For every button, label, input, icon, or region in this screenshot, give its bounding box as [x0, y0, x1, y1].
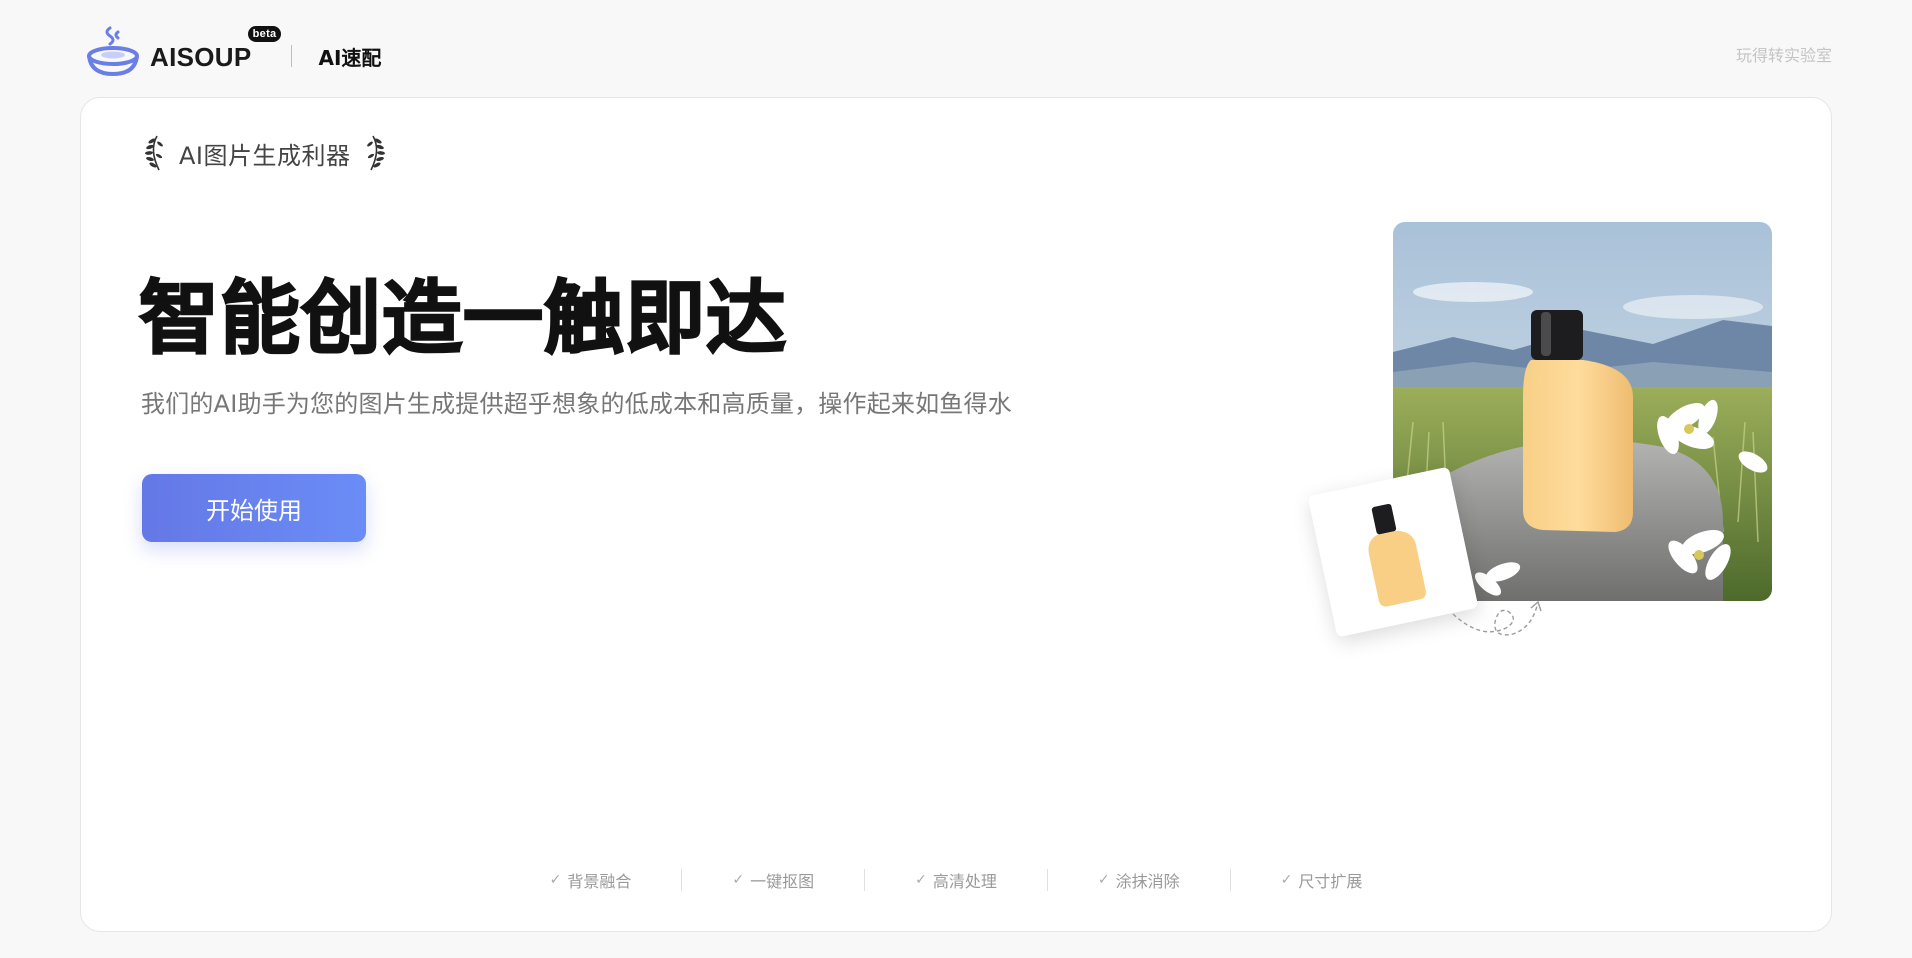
- beta-badge: beta: [247, 25, 282, 42]
- check-icon: ✓: [915, 872, 927, 888]
- feature-item: ✓ 尺寸扩展: [1231, 868, 1413, 892]
- feature-label: 高清处理: [932, 872, 997, 891]
- divider: [291, 45, 293, 67]
- lab-link[interactable]: 玩得转实验室: [1736, 42, 1832, 66]
- check-icon: ✓: [1097, 872, 1110, 888]
- check-icon: ✓: [1280, 872, 1293, 888]
- feature-list: ✓ 背景融合 ✓ 一键抠图 ✓ 高清处理 ✓ 涂抹消除 ✓ 尺寸扩展: [81, 868, 1831, 892]
- laurel-right-icon: [366, 135, 385, 171]
- start-button[interactable]: 开始使用: [142, 474, 366, 542]
- award-badge: AI图片生成利器: [141, 134, 389, 172]
- product-name: AI速配: [318, 45, 382, 70]
- hero-title: 智能创造一触即达: [138, 271, 787, 366]
- laurel-left-icon: [145, 135, 163, 171]
- feature-label: 尺寸扩展: [1298, 872, 1363, 891]
- check-icon: ✓: [549, 872, 562, 888]
- top-header: AISOUP beta AI速配 玩得转实验室: [0, 0, 1912, 98]
- award-text: AI图片生成利器: [179, 141, 351, 170]
- feature-label: 一键抠图: [750, 872, 815, 891]
- brand-name: AISOUP beta: [150, 25, 282, 73]
- soup-bowl-icon: [87, 26, 139, 77]
- hero-subtitle: 我们的AI助手为您的图片生成提供超乎想象的低成本和高质量，操作起来如鱼得水: [141, 390, 1012, 418]
- feature-item: ✓ 涂抹消除: [1048, 868, 1230, 892]
- logo[interactable]: AISOUP beta AI速配: [84, 25, 382, 78]
- hero-card: AI图片生成利器 智能创造一触即达 我们的AI助手为您的图片生成提供超乎想象的低…: [80, 97, 1832, 932]
- transform-arrow-icon: [1452, 600, 1542, 636]
- feature-item: ✓ 一键抠图: [682, 868, 864, 892]
- feature-label: 背景融合: [567, 872, 632, 891]
- feature-label: 涂抹消除: [1115, 872, 1180, 891]
- feature-item: ✓ 背景融合: [500, 868, 682, 892]
- brand-text: AISOUP: [150, 41, 252, 72]
- check-icon: ✓: [732, 872, 745, 888]
- feature-item: ✓ 高清处理: [865, 868, 1047, 892]
